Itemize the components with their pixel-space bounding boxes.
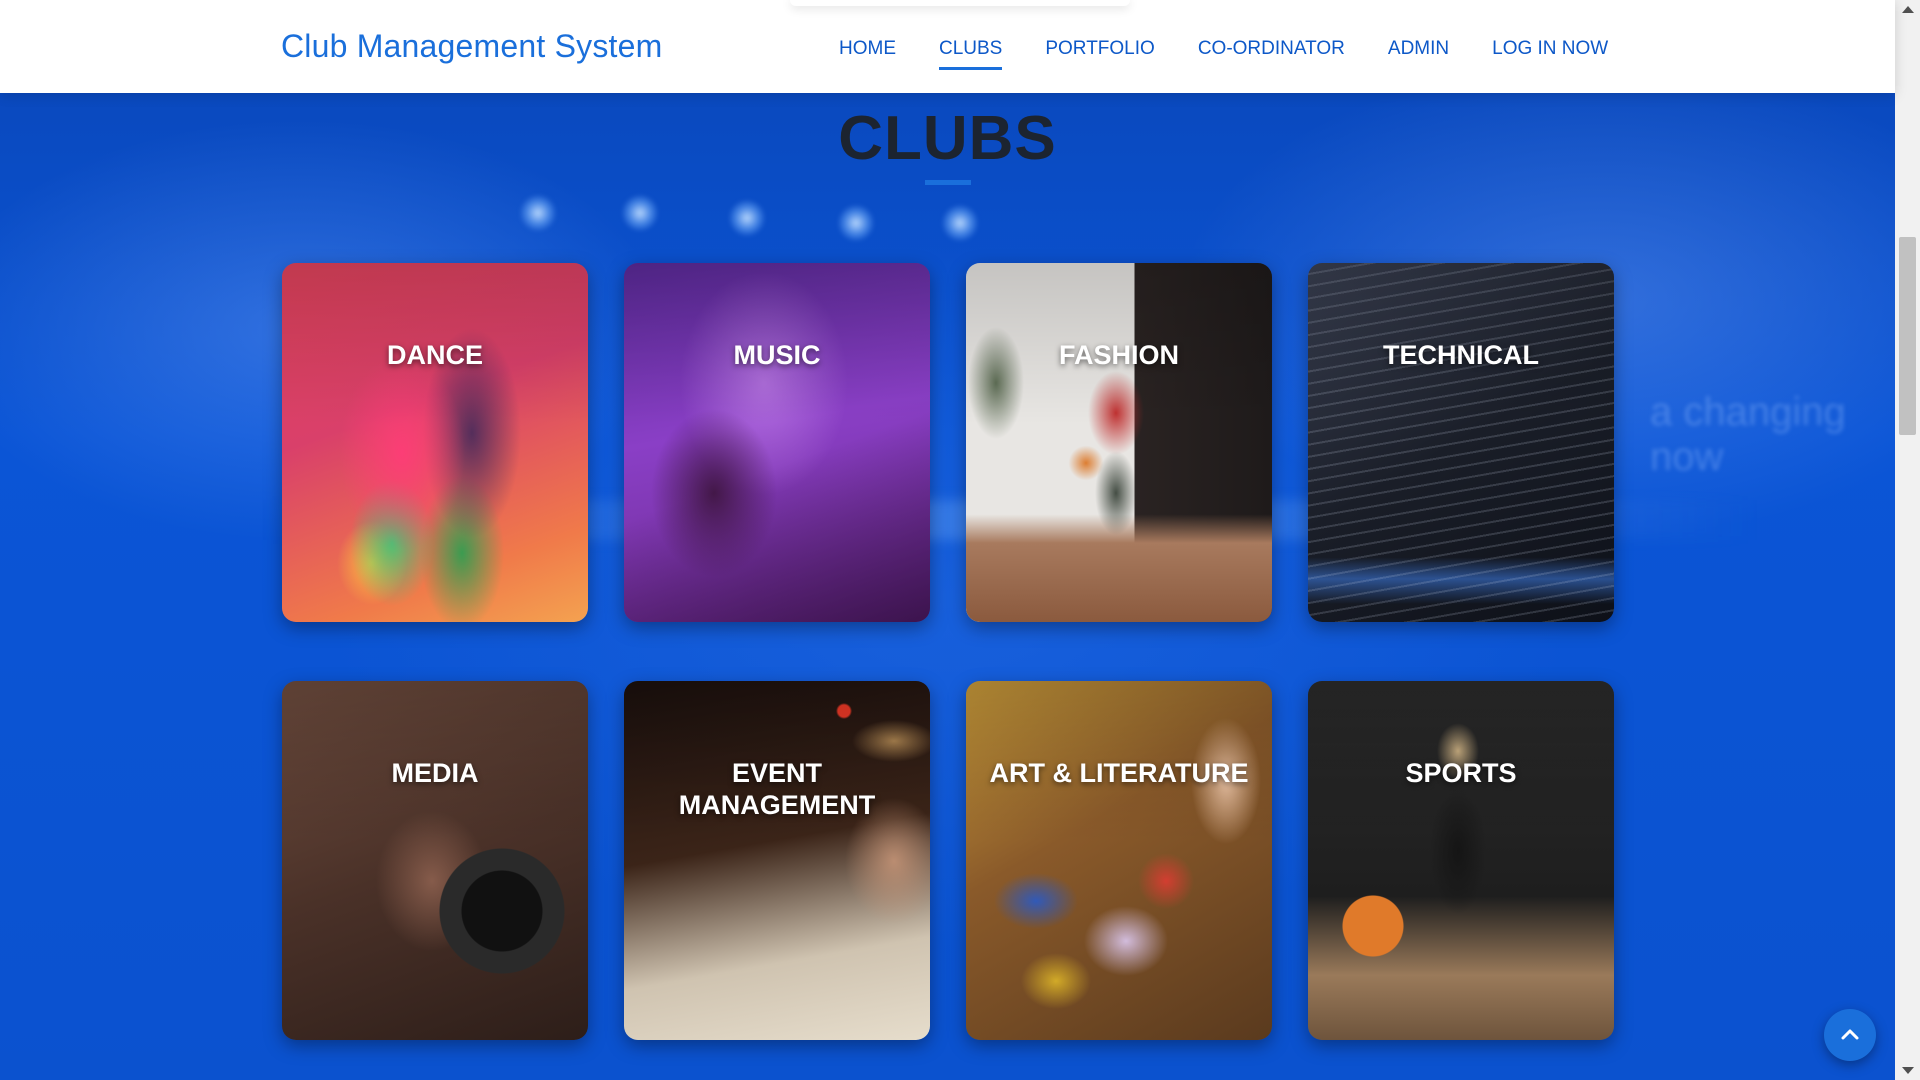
club-card-label: TECHNICAL <box>1308 339 1614 371</box>
club-card-label-line: MUSIC <box>733 340 821 370</box>
page-title: CLUBS <box>838 104 1057 173</box>
club-card-label-line: TECHNICAL <box>1383 340 1539 370</box>
club-card-label: SPORTS <box>1308 757 1614 789</box>
header-notch <box>790 0 1130 6</box>
card-overlay <box>966 263 1272 622</box>
club-card-label: MEDIA <box>282 757 588 789</box>
club-card-dance[interactable]: DANCE <box>282 263 588 622</box>
nav-clubs[interactable]: CLUBS <box>939 38 1003 70</box>
site-header: Club Management System HOME CLUBS PORTFOLI… <box>0 0 1895 93</box>
card-overlay <box>624 263 930 622</box>
title-underline <box>925 180 971 185</box>
club-card-label-line: MANAGEMENT <box>678 790 876 820</box>
club-card-label: FASHION <box>966 339 1272 371</box>
club-card-label-line: DANCE <box>386 340 483 370</box>
nav-log-in-now[interactable]: LOG IN NOW <box>1492 38 1608 60</box>
card-overlay <box>1308 263 1614 622</box>
main-nav: HOME CLUBS PORTFOLIO CO-ORDINATOR ADMIN LOG I… <box>839 38 1651 70</box>
chevron-up-icon <box>1841 1029 1859 1040</box>
club-card-label-line: ART & LITERATURE <box>989 758 1249 788</box>
club-card-label: EVENT MANAGEMENT <box>624 757 930 821</box>
club-card-music[interactable]: MUSIC <box>624 263 930 622</box>
nav-home[interactable]: HOME <box>839 38 896 60</box>
scroll-thumb[interactable] <box>1899 237 1916 435</box>
club-card-label: DANCE <box>282 339 588 371</box>
card-overlay <box>282 263 588 622</box>
back-to-top-button[interactable] <box>1824 1009 1876 1061</box>
card-overlay <box>966 681 1272 1040</box>
card-overlay <box>1308 681 1614 1040</box>
club-card-technical[interactable]: TECHNICAL <box>1308 263 1614 622</box>
club-card-event-management[interactable]: EVENT MANAGEMENT <box>624 681 930 1040</box>
site-logo[interactable]: Club Management System <box>281 28 662 65</box>
nav-co-ordinator[interactable]: CO-ORDINATOR <box>1198 38 1345 60</box>
club-card-label-line: SPORTS <box>1405 758 1517 788</box>
stage-light <box>520 195 556 231</box>
card-overlay <box>624 681 930 1040</box>
club-card-label: ART & LITERATURE <box>966 757 1272 789</box>
club-card-media[interactable]: MEDIA <box>282 681 588 1040</box>
club-card-sports[interactable]: SPORTS <box>1308 681 1614 1040</box>
club-card-label-line: FASHION <box>1058 340 1179 370</box>
stage-light <box>942 205 978 241</box>
stage-light <box>622 195 658 231</box>
club-card-label: MUSIC <box>624 339 930 371</box>
club-card-label-line: MEDIA <box>391 758 479 788</box>
club-card-fashion[interactable]: FASHION <box>966 263 1272 622</box>
club-card-art-literature[interactable]: ART & LITERATURE <box>966 681 1272 1040</box>
background-blur-text: a changing now <box>1650 390 1846 479</box>
page-scrollbar[interactable] <box>1895 0 1920 1080</box>
club-card-label-line: EVENT <box>731 758 823 788</box>
stage-light <box>838 205 874 241</box>
stage-light <box>729 200 765 236</box>
card-overlay <box>282 681 588 1040</box>
scroll-down-arrow-icon[interactable] <box>1902 1067 1914 1074</box>
nav-admin[interactable]: ADMIN <box>1388 38 1449 60</box>
scroll-up-arrow-icon[interactable] <box>1902 6 1914 13</box>
nav-portfolio[interactable]: PORTFOLIO <box>1045 38 1154 60</box>
